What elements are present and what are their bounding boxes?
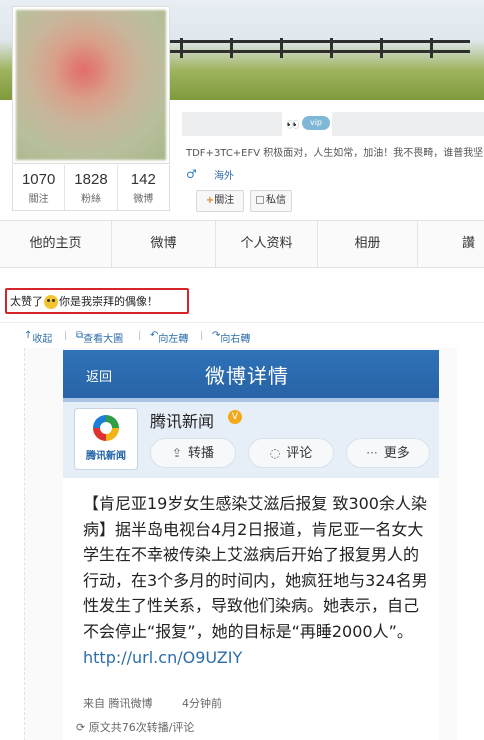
message-icon bbox=[256, 196, 264, 204]
embedded-repost-summary: ⟳ 原文共76次转播/评论 bbox=[76, 719, 194, 735]
embedded-post-time: 4分钟前 bbox=[182, 697, 222, 710]
comment-text-before: 太赞了 bbox=[10, 295, 43, 308]
collapse-link[interactable]: ↑ 收起 bbox=[24, 330, 52, 345]
tab-likes[interactable]: 讚 bbox=[418, 221, 484, 267]
embedded-post-text: 【肯尼亚19岁女生感染艾滋后报复 致300余人染病】据半岛电视台4月2日报道，肯… bbox=[83, 491, 431, 670]
image-toolbar: ↑ 收起 | ⧉ 查看大圖 | ↶ 向左轉 | ↷ 向右轉 bbox=[24, 330, 464, 346]
separator: | bbox=[200, 330, 204, 341]
tab-profile-info[interactable]: 个人资料 bbox=[216, 221, 318, 267]
comment-icon: ◌ bbox=[269, 446, 281, 460]
more-icon: ··· bbox=[366, 446, 378, 460]
rotate-right-link[interactable]: ↷ 向右轉 bbox=[212, 330, 250, 345]
tab-albums[interactable]: 相册 bbox=[318, 221, 418, 267]
rotate-right-label: 向右轉 bbox=[220, 334, 251, 345]
divider bbox=[0, 322, 484, 323]
fence-decoration bbox=[160, 38, 470, 58]
post-text: 【肯尼亚19岁女生感染艾滋后报复 致300余人染病】据半岛电视台4月2日报道，肯… bbox=[83, 494, 428, 641]
repost-summary-text: 原文共76次转播/评论 bbox=[88, 721, 195, 734]
stat-followers-count: 1828 bbox=[74, 171, 108, 188]
gender-male-icon: ♂ bbox=[186, 167, 197, 181]
avatar[interactable] bbox=[12, 6, 170, 164]
embedded-comment-button: ◌ 评论 bbox=[248, 438, 334, 468]
stat-followers-label: 粉絲 bbox=[80, 194, 101, 205]
tab-weibo[interactable]: 微博 bbox=[112, 221, 216, 267]
embedded-source-name: 腾讯新闻 bbox=[150, 412, 215, 431]
stat-posts[interactable]: 142 微博 bbox=[118, 165, 169, 210]
plus-icon: + bbox=[205, 195, 215, 206]
separator: | bbox=[64, 330, 68, 341]
smiley-emoji-icon bbox=[44, 295, 58, 309]
stat-followers[interactable]: 1828 粉絲 bbox=[65, 165, 118, 210]
comment-text-after: 你是我崇拜的偶像！ bbox=[59, 295, 158, 308]
follow-button[interactable]: +關注 bbox=[196, 190, 244, 212]
embedded-repost-button: ⇪ 转播 bbox=[150, 438, 236, 468]
repost-label: 转播 bbox=[188, 446, 215, 461]
stat-following-label: 關注 bbox=[28, 194, 49, 205]
tab-home[interactable]: 他的主页 bbox=[0, 221, 112, 267]
view-large-label: 查看大圖 bbox=[83, 334, 124, 345]
verified-badge-icon: V bbox=[228, 410, 242, 424]
embedded-more-button: ··· 更多 bbox=[346, 438, 430, 468]
stat-posts-label: 微博 bbox=[133, 194, 154, 205]
view-large-link[interactable]: ⧉ 查看大圖 bbox=[76, 330, 123, 345]
embedded-title: 微博详情 bbox=[205, 364, 289, 388]
tencent-news-logo: 腾讯新闻 bbox=[74, 408, 138, 470]
follow-label: 關注 bbox=[214, 195, 235, 206]
location-link[interactable]: 海外 bbox=[214, 167, 234, 182]
message-button[interactable]: 私信 bbox=[250, 190, 292, 212]
face-icon: 👀 bbox=[286, 118, 300, 131]
rotate-left-label: 向左轉 bbox=[158, 334, 189, 345]
profile-stats: 1070 關注 1828 粉絲 142 微博 bbox=[12, 165, 170, 211]
share-icon: ⇪ bbox=[171, 446, 183, 460]
stat-following-count: 1070 bbox=[21, 171, 56, 188]
username-blurred bbox=[182, 112, 282, 136]
rotate-left-link[interactable]: ↶ 向左轉 bbox=[150, 330, 188, 345]
comment-label: 评论 bbox=[286, 446, 313, 461]
stat-posts-count: 142 bbox=[130, 171, 156, 188]
logo-text: 腾讯新闻 bbox=[86, 451, 126, 462]
stat-following[interactable]: 1070 關注 bbox=[13, 165, 66, 210]
repost-summary-icon: ⟳ bbox=[76, 721, 89, 734]
more-label: 更多 bbox=[383, 446, 410, 461]
profile-bio: TDF+3TC+EFV 积极面对，人生如常，加油！我不畏畸，谁普我坚 bbox=[186, 148, 484, 159]
profile-tabs: 他的主页 微博 个人资料 相册 讚 bbox=[0, 220, 484, 268]
collapse-label: 收起 bbox=[32, 334, 53, 345]
comment-text: 太赞了 你是我崇拜的偶像！ bbox=[10, 293, 158, 309]
username-suffix-blurred bbox=[332, 112, 484, 136]
avatar-image-blurred bbox=[16, 10, 166, 160]
embedded-post-source: 来自 腾讯微博 bbox=[83, 697, 153, 710]
logo-ring-icon bbox=[93, 415, 119, 441]
vip-badge[interactable]: vip bbox=[302, 116, 330, 130]
post-link: http://url.cn/O9UZIY bbox=[83, 647, 243, 667]
separator: | bbox=[138, 330, 142, 341]
message-label: 私信 bbox=[266, 195, 286, 206]
embedded-back-button: 返回 bbox=[86, 370, 113, 385]
